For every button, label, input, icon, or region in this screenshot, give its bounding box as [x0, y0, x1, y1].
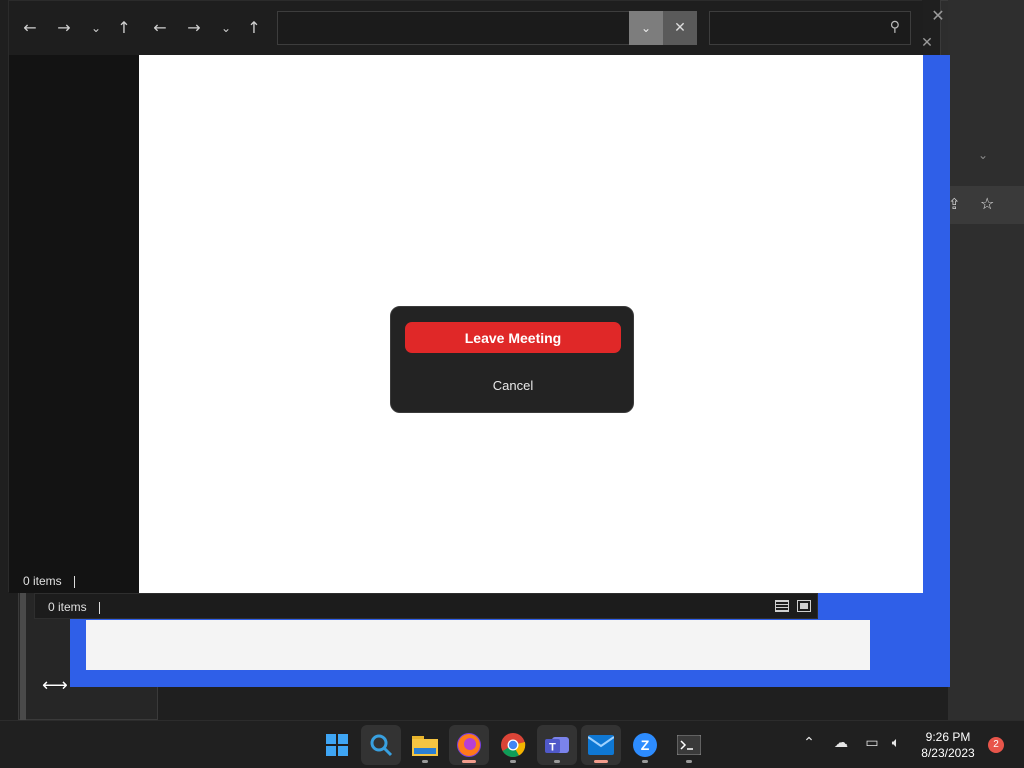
running-indicator [554, 760, 560, 763]
status-item-count: 0 items [23, 574, 75, 588]
search-icon[interactable] [361, 725, 401, 765]
back-arrow-icon[interactable]: ← [17, 15, 43, 41]
show-hidden-icons-icon[interactable]: ⌃ [799, 735, 819, 751]
details-view-icon[interactable] [775, 600, 789, 612]
leave-meeting-dialog: Leave Meeting Cancel [390, 306, 634, 413]
file-explorer-icon[interactable] [405, 725, 445, 765]
close-icon[interactable]: ✕ [926, 6, 950, 26]
notification-badge[interactable]: 2 [988, 737, 1004, 753]
close-icon[interactable]: ✕ [918, 34, 936, 52]
cancel-button[interactable]: Cancel [453, 371, 573, 399]
navigation-pane[interactable] [9, 55, 139, 593]
tiles-view-icon[interactable] [797, 600, 811, 612]
running-indicator [686, 760, 692, 763]
clock-date: 8/23/2023 [921, 746, 975, 760]
desktop: ⌄ ⇪ ☆ 0 items ← → ⌄ ↑ ← → ⌄ ↑ ⌄ ✕ ⚲ 0 it… [0, 0, 1024, 720]
running-indicator [510, 760, 516, 763]
volume-icon[interactable]: 🔈︎ [886, 735, 906, 751]
terminal-icon[interactable] [669, 725, 709, 765]
star-icon[interactable]: ☆ [980, 194, 994, 213]
search-input[interactable]: ⚲ [709, 11, 911, 45]
network-icon[interactable]: ▭ [862, 735, 882, 751]
clock-time: 9:26 PM [925, 730, 971, 744]
blue-window-content [86, 620, 870, 670]
running-indicator [642, 760, 648, 763]
browser-window-partial: ⌄ ⇪ ☆ [948, 0, 1024, 720]
status-item-count: 0 items [48, 600, 100, 614]
file-explorer-window: ← → ⌄ ↑ ← → ⌄ ↑ ⌄ ✕ ⚲ 0 items [8, 0, 923, 593]
back-arrow-icon[interactable]: ← [147, 15, 173, 41]
up-arrow-icon[interactable]: ↑ [111, 15, 137, 41]
address-clear-icon[interactable]: ✕ [663, 11, 697, 45]
taskbar: T Z ⌃ ☁ ▭ 🔈︎ 9:26 PM 8/23/2023 2 [0, 720, 1024, 768]
chevron-down-icon[interactable]: ⌄ [978, 148, 988, 162]
history-dropdown-icon[interactable]: ⌄ [213, 15, 239, 41]
forward-arrow-icon[interactable]: → [51, 15, 77, 41]
teams-icon[interactable]: T [537, 725, 577, 765]
leave-meeting-button[interactable]: Leave Meeting [405, 322, 621, 353]
explorer-window-back: 0 items [34, 593, 818, 619]
search-icon: ⚲ [889, 19, 900, 35]
forward-arrow-icon[interactable]: → [181, 15, 207, 41]
explorer-toolbar: ← → ⌄ ↑ ← → ⌄ ↑ ⌄ ✕ ⚲ [9, 1, 923, 55]
firefox-icon[interactable] [449, 725, 489, 765]
resize-horizontal-cursor-icon: ⟷ [42, 675, 68, 696]
onedrive-offline-icon[interactable]: ☁ [831, 735, 851, 751]
windows-start-icon[interactable] [317, 725, 357, 765]
address-dropdown-icon[interactable]: ⌄ [629, 11, 663, 45]
running-indicator [462, 760, 476, 763]
running-indicator [594, 760, 608, 763]
chrome-icon[interactable] [493, 725, 533, 765]
up-arrow-icon[interactable]: ↑ [241, 15, 267, 41]
running-indicator [422, 760, 428, 763]
history-dropdown-icon[interactable]: ⌄ [83, 15, 109, 41]
clock[interactable]: 9:26 PM 8/23/2023 [912, 729, 984, 761]
svg-text:Z: Z [641, 737, 650, 753]
mail-icon[interactable] [581, 725, 621, 765]
svg-text:T: T [549, 742, 556, 754]
zoom-icon[interactable]: Z [625, 725, 665, 765]
